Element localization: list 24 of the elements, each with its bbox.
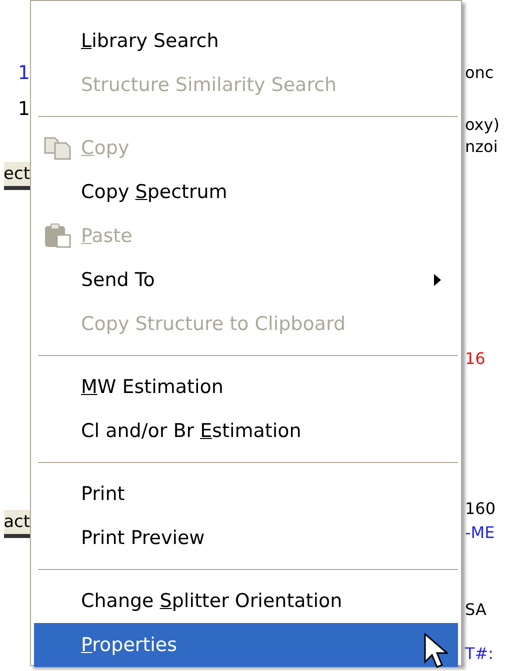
clipboard-icon — [42, 223, 72, 249]
menu-item[interactable]: Print — [34, 472, 458, 516]
spectrum-label: SA — [465, 599, 488, 621]
toolbar-button[interactable]: ect — [4, 162, 30, 190]
toolbar-button[interactable]: act — [4, 510, 30, 538]
menu-item[interactable]: Send To — [34, 258, 458, 302]
menu-item[interactable]: Change Splitter Orientation — [34, 579, 458, 623]
axis-label: 1 — [18, 62, 30, 84]
menu-item[interactable]: Properties — [34, 623, 458, 667]
spectrum-label: 16 — [465, 348, 486, 370]
spectrum-label: nzoi — [465, 136, 499, 158]
copy-icon — [42, 136, 72, 160]
spectrum-label: T#: — [465, 643, 495, 665]
menu-item[interactable]: Copy Spectrum — [34, 170, 458, 214]
menu-item[interactable]: Cl and/or Br Estimation — [34, 409, 458, 453]
spectrum-label: onc — [465, 62, 495, 84]
menu-item[interactable]: MW Estimation — [34, 365, 458, 409]
axis-label: 1 — [18, 98, 30, 120]
submenu-arrow-icon — [434, 274, 442, 286]
menu-item[interactable]: Print Preview — [34, 516, 458, 560]
spectrum-label: 160 — [465, 498, 497, 520]
spectrum-label: oxy) — [465, 114, 500, 136]
spectrum-label: -ME — [465, 522, 496, 544]
menu-item[interactable]: Library Search — [34, 19, 458, 63]
